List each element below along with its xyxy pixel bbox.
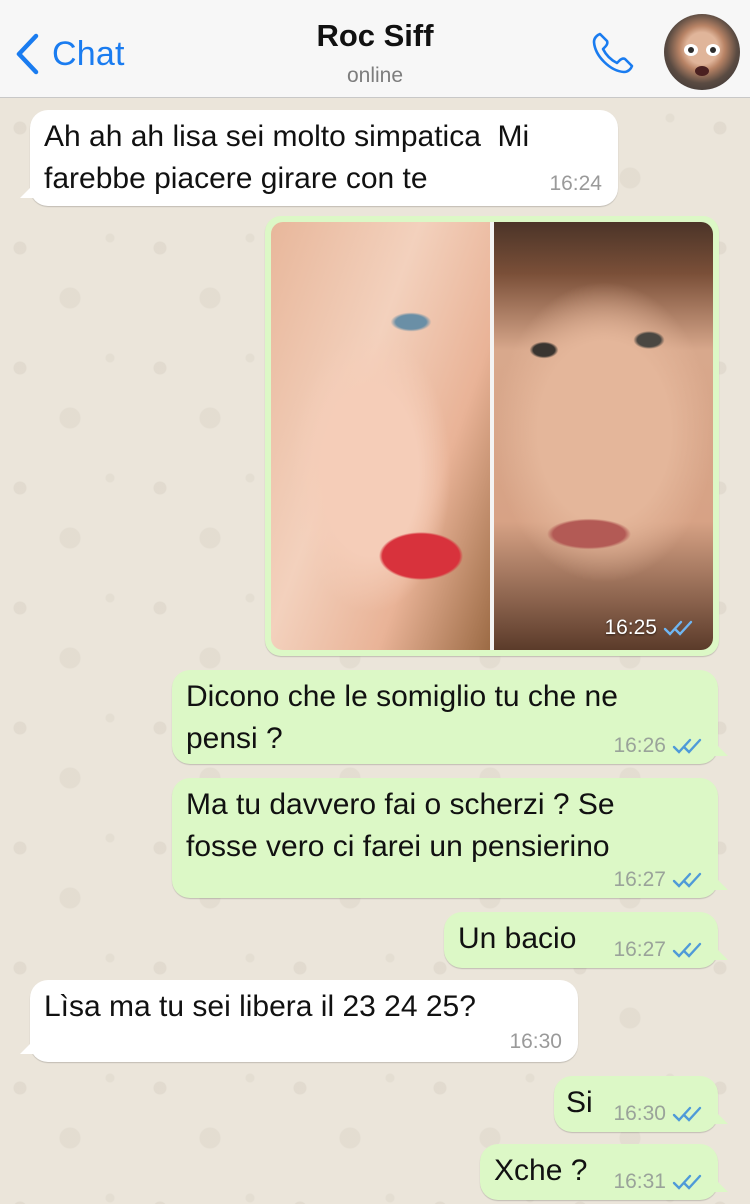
message-bubble-image[interactable]: 16:25 xyxy=(265,216,719,656)
message-time: 16:26 xyxy=(613,734,706,758)
message-time-label: 16:27 xyxy=(613,868,666,891)
message-bubble-outgoing[interactable]: Si 16:30 xyxy=(554,1076,718,1132)
message-time-label: 16:27 xyxy=(613,938,666,961)
message-text: Un bacio xyxy=(458,922,577,955)
message-time: 16:30 xyxy=(613,1102,706,1126)
message-time-label: 16:24 xyxy=(549,172,602,195)
message-text: Ma tu davvero fai o scherzi ? Se fosse v… xyxy=(186,788,615,863)
message-time-label: 16:30 xyxy=(613,1102,666,1125)
message-time: 16:30 xyxy=(509,1030,562,1054)
message-time-label: 16:25 xyxy=(604,616,657,639)
message-time: 16:27 xyxy=(613,868,706,892)
chat-header: Chat Roc Siff online xyxy=(0,0,750,98)
message-bubble-outgoing[interactable]: Un bacio 16:27 xyxy=(444,912,718,968)
double-check-icon xyxy=(672,872,702,888)
avatar-eye xyxy=(706,44,720,56)
message-text: Ah ah ah lisa sei molto simpatica Mi far… xyxy=(44,120,530,195)
message-time-label: 16:31 xyxy=(613,1170,666,1193)
avatar-eye xyxy=(684,44,698,56)
message-text: Si xyxy=(566,1086,593,1119)
phone-icon xyxy=(592,32,634,74)
message-bubble-incoming[interactable]: Lìsa ma tu sei libera il 23 24 25? 16:30 xyxy=(30,980,578,1062)
message-text: Lìsa ma tu sei libera il 23 24 25? xyxy=(44,990,476,1023)
photo-right-face xyxy=(494,222,713,650)
message-time: 16:25 xyxy=(604,616,697,640)
message-time: 16:27 xyxy=(613,938,706,962)
message-text: Dicono che le somiglio tu che ne pensi ? xyxy=(186,680,618,755)
photo-left-face xyxy=(271,222,490,650)
double-check-icon xyxy=(672,738,702,754)
avatar[interactable] xyxy=(664,14,740,90)
double-check-icon xyxy=(672,1106,702,1122)
message-time-label: 16:30 xyxy=(509,1030,562,1053)
call-button[interactable] xyxy=(588,28,638,78)
message-bubble-outgoing[interactable]: Ma tu davvero fai o scherzi ? Se fosse v… xyxy=(172,778,718,898)
message-bubble-outgoing[interactable]: Xche ? 16:31 xyxy=(480,1144,718,1200)
message-time: 16:24 xyxy=(549,172,602,196)
message-bubble-incoming[interactable]: Ah ah ah lisa sei molto simpatica Mi far… xyxy=(30,110,618,206)
message-time: 16:31 xyxy=(613,1170,706,1194)
message-text: Xche ? xyxy=(494,1154,588,1187)
message-time-label: 16:26 xyxy=(613,734,666,757)
image-attachment[interactable]: 16:25 xyxy=(271,222,713,650)
avatar-mouth xyxy=(695,66,709,76)
double-check-icon xyxy=(672,942,702,958)
double-check-icon xyxy=(672,1174,702,1190)
double-check-icon xyxy=(663,620,693,636)
message-bubble-outgoing[interactable]: Dicono che le somiglio tu che ne pensi ?… xyxy=(172,670,718,764)
